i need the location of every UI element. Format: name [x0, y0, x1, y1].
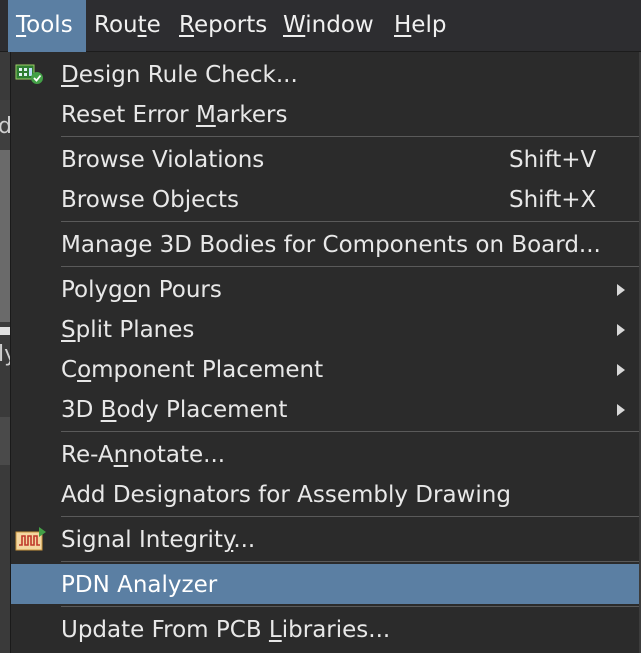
design-rule-check-icon [15, 63, 45, 89]
menu-item-shortcut: Shift+X [509, 187, 597, 213]
menu-item-add-designators[interactable]: Add Designators for Assembly Drawing [11, 474, 639, 514]
menu-item-label: Browse Violations [61, 147, 265, 173]
menu-item-label-pre: Reset Error [61, 102, 196, 128]
menu-item-shortcut: Shift+V [509, 147, 597, 173]
menu-item-mnemonic: D [61, 62, 79, 88]
menu-item-label-pre: C [61, 357, 78, 383]
menu-item-label: Browse Objects [61, 187, 239, 213]
submenu-arrow-icon [617, 404, 625, 416]
menu-item-label: Re-Annotate... [61, 434, 225, 474]
signal-integrity-icon [15, 526, 47, 556]
menu-item-label: Signal Integrity... [61, 519, 255, 559]
menu-separator [61, 561, 639, 562]
menu-separator [61, 606, 639, 607]
menu-route[interactable]: Route [94, 0, 161, 52]
menu-item-signal-integrity[interactable]: Signal Integrity... [11, 519, 639, 559]
menu-item-design-rule-check[interactable]: Design Rule Check... [11, 54, 639, 94]
menu-tools[interactable]: Tools [8, 0, 86, 52]
menu-item-mnemonic: S [61, 317, 76, 343]
menu-route-mnemonic: t [137, 12, 147, 38]
menu-item-update-from-pcb-libraries[interactable]: Update From PCB Libraries... [11, 609, 639, 649]
menu-item-label-pre: Signal Integrit [61, 527, 223, 553]
menu-item-label: Polygon Pours [61, 269, 222, 309]
menu-bar: Tools Route Reports Window Help [0, 0, 641, 52]
submenu-arrow-icon [617, 364, 625, 376]
menu-route-label-pre: Rou [94, 12, 138, 38]
menu-item-label-post: mponent Placement [91, 357, 324, 383]
background-panel-3 [0, 327, 10, 335]
menu-item-3d-body-placement[interactable]: 3D Body Placement [11, 389, 639, 429]
menu-item-mnemonic: o [77, 357, 92, 383]
menu-item-label-post: ody Placement [116, 397, 288, 423]
menu-separator [61, 136, 639, 137]
menu-item-reset-error-markers[interactable]: Reset Error Markers [11, 94, 639, 134]
menu-item-label-pre: Update From PCB [61, 617, 269, 643]
menu-item-re-annotate[interactable]: Re-Annotate... [11, 434, 639, 474]
menu-item-mnemonic: y [222, 527, 234, 553]
menu-separator [61, 221, 639, 222]
menu-tools-mnemonic: T [16, 12, 27, 38]
menu-reports-label-post: eports [193, 12, 268, 38]
background-panel-4 [0, 417, 10, 465]
menu-item-mnemonic: n [113, 442, 129, 468]
menu-item-label: Design Rule Check... [61, 54, 298, 94]
menu-item-label: Component Placement [61, 349, 323, 389]
menu-reports[interactable]: Reports [179, 0, 267, 52]
menu-item-label: Reset Error Markers [61, 94, 287, 134]
menu-separator [61, 266, 639, 267]
tools-dropdown-menu: Design Rule Check... Reset Error Markers… [10, 52, 641, 653]
menu-item-browse-violations[interactable]: Browse Violations Shift+V [11, 139, 639, 179]
menu-item-label: 3D Body Placement [61, 389, 287, 429]
menu-separator [61, 431, 639, 432]
background-panel-2 [0, 150, 10, 322]
menu-item-label-post: notate... [128, 442, 226, 468]
menu-item-mnemonic: M [195, 102, 216, 128]
menu-window[interactable]: Window [283, 0, 374, 52]
menu-item-label-pre: 3D [61, 397, 101, 423]
menu-item-pdn-analyzer[interactable]: PDN Analyzer [11, 564, 639, 604]
menu-item-component-placement[interactable]: Component Placement [11, 349, 639, 389]
menu-item-label-post: ... [233, 527, 256, 553]
menu-item-split-planes[interactable]: Split Planes [11, 309, 639, 349]
menu-item-label: Add Designators for Assembly Drawing [61, 482, 511, 508]
menu-help-label-post: elp [411, 12, 447, 38]
menu-item-label-post: arkers [215, 102, 288, 128]
menu-item-manage-3d-bodies[interactable]: Manage 3D Bodies for Components on Board… [11, 224, 639, 264]
menu-item-mnemonic: o [122, 277, 137, 303]
menu-item-label-post: ibraries... [281, 617, 391, 643]
menu-item-label-post: esign Rule Check... [78, 62, 298, 88]
menu-item-browse-objects[interactable]: Browse Objects Shift+X [11, 179, 639, 219]
menu-tools-label-post: ools [26, 12, 73, 38]
menu-item-polygon-pours[interactable]: Polygon Pours [11, 269, 639, 309]
menu-window-label-post: indow [305, 12, 374, 38]
menu-item-label-post: n Pours [136, 277, 222, 303]
menu-item-label: Manage 3D Bodies for Components on Board… [61, 232, 601, 258]
menu-item-label: Update From PCB Libraries... [61, 609, 390, 649]
menu-item-label: Split Planes [61, 309, 194, 349]
menu-separator [61, 516, 639, 517]
menu-item-label-pre: Re-A [61, 442, 114, 468]
menu-item-label-post: plit Planes [75, 317, 195, 343]
background-app-strip: d ly [0, 52, 17, 653]
menu-help-mnemonic: H [394, 12, 412, 38]
menu-item-mnemonic: B [100, 397, 117, 423]
menu-help[interactable]: Help [394, 0, 446, 52]
menu-item-label-pre: Polyg [61, 277, 123, 303]
submenu-arrow-icon [617, 284, 625, 296]
menu-reports-mnemonic: R [179, 12, 194, 38]
menu-item-label: PDN Analyzer [61, 572, 218, 598]
menu-route-label-post: e [146, 12, 161, 38]
submenu-arrow-icon [617, 324, 625, 336]
menu-item-mnemonic: L [268, 617, 282, 643]
menu-window-mnemonic: W [283, 12, 306, 38]
